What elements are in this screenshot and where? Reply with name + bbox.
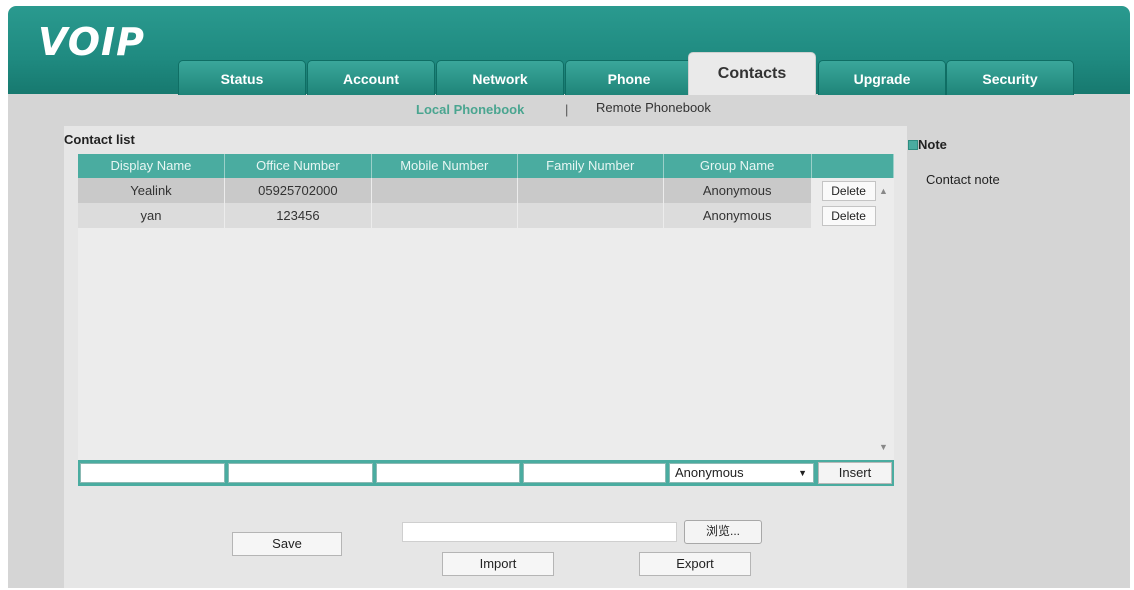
import-button[interactable]: Import [442, 552, 554, 576]
delete-button[interactable]: Delete [821, 206, 876, 226]
group-select-value: Anonymous [675, 465, 744, 480]
contact-table-header: Display Name Office Number Mobile Number… [78, 154, 894, 178]
column-header-group-name: Group Name [664, 154, 812, 178]
cell-office-number: 123456 [224, 203, 372, 228]
save-button[interactable]: Save [232, 532, 342, 556]
tab-security[interactable]: Security [946, 60, 1074, 95]
scroll-down-arrow-icon[interactable]: ▼ [879, 442, 888, 452]
local-phonebook-link[interactable]: Local Phonebook [416, 102, 524, 117]
tab-phone[interactable]: Phone [565, 60, 693, 95]
top-header: VOIP Status Account Network Phone Contac… [8, 6, 1130, 95]
note-text: Contact note [926, 172, 1000, 187]
new-family-number-input[interactable] [523, 463, 666, 483]
column-header-family-number: Family Number [518, 154, 664, 178]
cell-family-number [517, 203, 664, 228]
table-row[interactable]: Yealink 05925702000 Anonymous Delete [78, 178, 894, 203]
tab-account[interactable]: Account [307, 60, 435, 95]
column-header-display-name: Display Name [78, 154, 225, 178]
cell-group-name: Anonymous [663, 178, 812, 203]
table-row[interactable]: yan 123456 Anonymous Delete [78, 203, 894, 228]
remote-phonebook-link[interactable]: Remote Phonebook [596, 100, 711, 115]
group-select[interactable]: Anonymous ▼ [669, 463, 814, 483]
subnav-separator: | [565, 102, 569, 117]
browser-page: VOIP Status Account Network Phone Contac… [8, 6, 1130, 588]
note-expand-icon[interactable] [908, 140, 918, 150]
chevron-down-icon: ▼ [798, 468, 807, 478]
column-header-mobile-number: Mobile Number [372, 154, 518, 178]
tab-network[interactable]: Network [436, 60, 564, 95]
tab-upgrade[interactable]: Upgrade [818, 60, 946, 95]
tab-status[interactable]: Status [178, 60, 306, 95]
export-button[interactable]: Export [639, 552, 751, 576]
contact-table-body: Yealink 05925702000 Anonymous Delete yan… [78, 178, 894, 460]
browse-button[interactable]: 浏览... [684, 520, 762, 544]
contact-list-title: Contact list [64, 132, 135, 147]
cell-family-number [517, 178, 664, 203]
table-scrollbar[interactable]: ▲ ▼ [876, 178, 892, 456]
cell-display-name: yan [78, 203, 225, 228]
new-contact-row: Anonymous ▼ Insert [78, 460, 894, 486]
cell-mobile-number [371, 203, 518, 228]
tab-contacts[interactable]: Contacts [688, 52, 816, 95]
new-mobile-number-input[interactable] [376, 463, 520, 483]
phonebook-subnav: Local Phonebook | Remote Phonebook [8, 94, 1130, 122]
insert-button[interactable]: Insert [818, 462, 892, 484]
column-header-office-number: Office Number [225, 154, 372, 178]
contact-list-panel: Contact list Display Name Office Number … [64, 126, 907, 588]
new-office-number-input[interactable] [228, 463, 373, 483]
delete-button[interactable]: Delete [821, 181, 876, 201]
cell-office-number: 05925702000 [224, 178, 372, 203]
note-title: Note [918, 137, 947, 152]
cell-display-name: Yealink [78, 178, 225, 203]
column-header-action [812, 154, 894, 178]
scroll-up-arrow-icon[interactable]: ▲ [879, 186, 888, 196]
import-file-path-input[interactable] [402, 522, 677, 542]
cell-group-name: Anonymous [663, 203, 812, 228]
cell-mobile-number [371, 178, 518, 203]
voip-logo: VOIP [38, 20, 146, 64]
new-display-name-input[interactable] [80, 463, 225, 483]
